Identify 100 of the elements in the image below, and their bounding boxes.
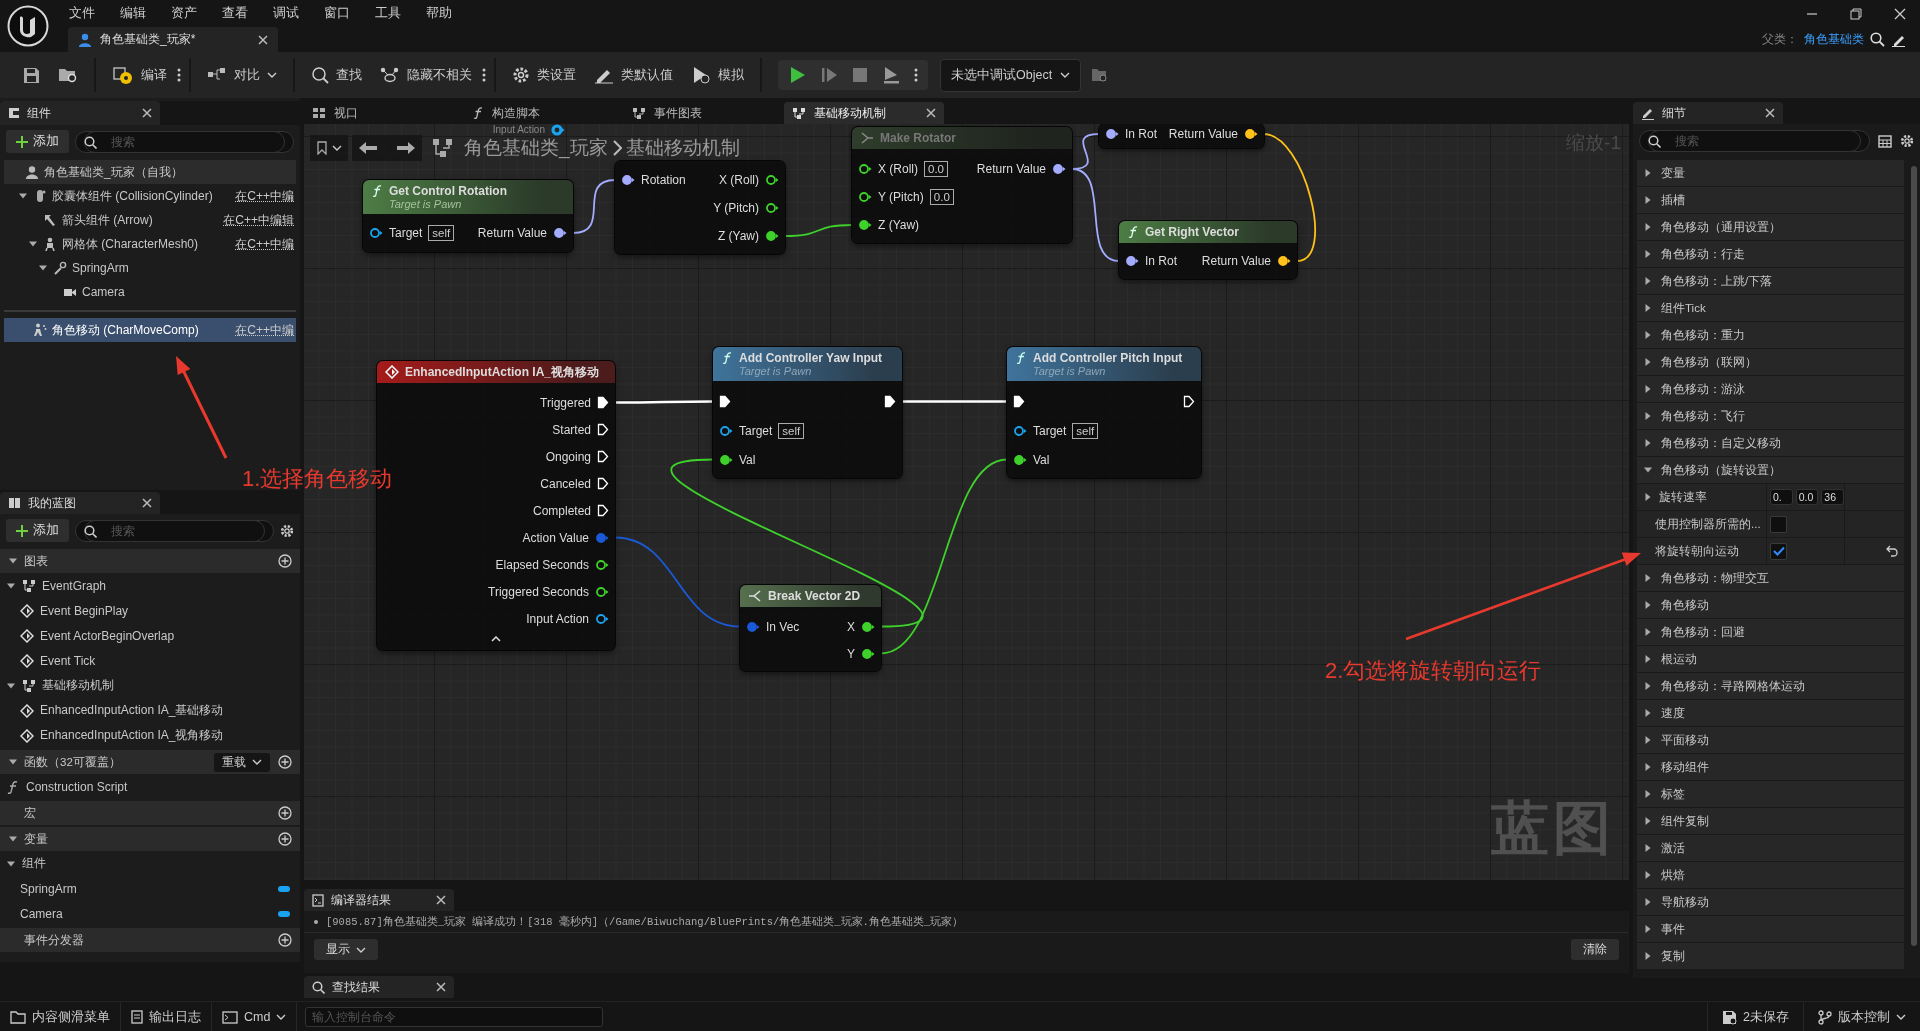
exec-pin[interactable] — [884, 395, 896, 408]
expander-arrow[interactable] — [28, 239, 38, 249]
data-pin[interactable] — [1125, 255, 1139, 267]
expander-arrow[interactable] — [8, 556, 18, 566]
default-value-field[interactable]: 0.0 — [924, 161, 948, 177]
panel-tab[interactable]: 查找结果 — [304, 976, 454, 998]
tree-item[interactable]: 组件 — [0, 851, 300, 876]
category-row[interactable]: 速度 — [1637, 700, 1904, 727]
toolbar-button[interactable]: 编译 — [104, 60, 175, 90]
data-pin[interactable] — [861, 647, 875, 660]
data-pin[interactable] — [858, 191, 872, 203]
source-control-button[interactable]: 版本控制 — [1803, 1002, 1920, 1031]
expander-arrow[interactable] — [1643, 411, 1653, 421]
close-icon[interactable] — [142, 108, 152, 118]
tree-row[interactable]: 角色移动 (CharMoveComp) 在C++中编 — [4, 318, 296, 342]
reset-arrow-icon[interactable] — [1886, 545, 1898, 557]
data-pin[interactable] — [553, 227, 567, 239]
expander-arrow[interactable] — [1643, 681, 1653, 691]
category-row[interactable]: 角色移动（旋转设置） — [1637, 457, 1904, 484]
data-pin[interactable] — [621, 174, 635, 186]
section-header[interactable]: 事件分发器 — [0, 928, 300, 952]
data-pin[interactable] — [1013, 453, 1027, 466]
tree-item[interactable]: SpringArm — [0, 876, 300, 901]
edit-in-cpp-link[interactable]: 在C++中编 — [235, 187, 296, 205]
graph-tab[interactable]: 构造脚本 — [464, 102, 624, 124]
menu-item[interactable]: 窗口 — [311, 5, 362, 22]
settings-icon[interactable] — [280, 523, 294, 538]
data-pin[interactable] — [861, 620, 875, 633]
graph-node[interactable]: Add Controller Pitch Input Target is Pawn Target self Val — [1007, 347, 1201, 478]
section-header[interactable]: 变量 — [0, 827, 300, 851]
more-icon[interactable] — [482, 68, 486, 82]
expander-arrow[interactable] — [1643, 195, 1653, 205]
edit-in-cpp-link[interactable]: 在C++中编 — [235, 235, 296, 253]
expander-arrow[interactable] — [1643, 573, 1653, 583]
menu-item[interactable]: 文件 — [56, 5, 107, 22]
edit-in-cpp-link[interactable]: 在C++中编辑 — [223, 211, 296, 229]
category-row[interactable]: 变量 — [1637, 160, 1904, 187]
forward-arrow-icon[interactable] — [396, 141, 416, 155]
graph-tab[interactable]: 事件图表 — [624, 102, 784, 124]
category-row[interactable]: 组件复制 — [1637, 808, 1904, 835]
tree-row[interactable]: 箭头组件 (Arrow) 在C++中编辑 — [4, 208, 296, 232]
category-row[interactable]: 角色移动（联网） — [1637, 349, 1904, 376]
category-row[interactable]: 角色移动：飞行 — [1637, 403, 1904, 430]
toolbar-button[interactable]: 类设置 — [504, 61, 584, 89]
expander-arrow[interactable] — [1643, 708, 1653, 718]
console-mode-dropdown[interactable]: Cmd — [212, 1002, 298, 1031]
scrollbar[interactable] — [1911, 166, 1917, 946]
tree-item[interactable]: Event Tick — [0, 648, 300, 673]
data-pin[interactable] — [369, 227, 383, 239]
debug-object-dropdown[interactable]: 未选中调试Object — [940, 58, 1082, 92]
eject-icon[interactable] — [882, 66, 900, 84]
add-icon[interactable] — [278, 554, 292, 568]
tree-row[interactable]: 角色基础类_玩家（自我） — [4, 160, 296, 184]
graph-node[interactable]: In Rot Return Value — [1099, 124, 1264, 148]
close-icon[interactable] — [436, 895, 446, 905]
expander-arrow[interactable] — [1643, 168, 1653, 178]
graph-node[interactable]: Get Right Vector In Rot Return Value — [1119, 221, 1297, 279]
settings-icon[interactable] — [1900, 134, 1914, 148]
category-row[interactable]: 角色移动 — [1637, 592, 1904, 619]
exec-pin[interactable] — [597, 504, 609, 517]
category-row[interactable]: 组件Tick — [1637, 295, 1904, 322]
expander-arrow[interactable] — [18, 191, 28, 201]
tree-item[interactable]: EnhancedInputAction IA_基础移动 — [0, 698, 300, 723]
checkbox[interactable] — [1770, 542, 1787, 560]
number-field[interactable]: 0.0 — [1795, 489, 1819, 505]
category-row[interactable]: 根运动 — [1637, 646, 1904, 673]
connection-wire[interactable] — [784, 224, 853, 237]
close-icon[interactable] — [1894, 7, 1906, 20]
tree-item[interactable]: Camera — [0, 901, 300, 926]
category-row[interactable]: 角色移动：寻路网格体运动 — [1637, 673, 1904, 700]
more-icon[interactable] — [914, 68, 918, 82]
category-row[interactable]: 标签 — [1637, 781, 1904, 808]
toolbar-button[interactable]: 查找 — [303, 61, 370, 89]
table-icon[interactable] — [1878, 134, 1892, 148]
graph-tab[interactable]: 基础移动机制 — [784, 102, 944, 124]
default-value-field[interactable]: self — [778, 422, 805, 439]
expander-arrow[interactable] — [1643, 303, 1653, 313]
close-icon[interactable] — [926, 108, 936, 118]
expander-arrow[interactable] — [1643, 222, 1653, 232]
search-field[interactable]: 搜索 — [84, 519, 265, 542]
play-icon[interactable] — [788, 66, 806, 84]
default-value-field[interactable]: self — [1072, 422, 1099, 439]
tree-item[interactable]: Event BeginPlay — [0, 598, 300, 623]
category-row[interactable]: 角色移动：行走 — [1637, 241, 1904, 268]
expander-arrow[interactable] — [1643, 600, 1653, 610]
search-field[interactable]: 搜索 — [84, 130, 285, 153]
step-icon[interactable] — [820, 66, 838, 84]
menu-item[interactable]: 查看 — [209, 5, 260, 22]
expander-arrow[interactable] — [1643, 789, 1653, 799]
graph-node[interactable]: Get Control Rotation Target is Pawn Target self Return Value — [363, 180, 573, 252]
exec-pin[interactable] — [1183, 395, 1195, 408]
menu-item[interactable]: 编辑 — [107, 5, 158, 22]
menu-item[interactable]: 调试 — [260, 5, 311, 22]
category-row[interactable]: 角色移动：自定义移动 — [1637, 430, 1904, 457]
tree-item[interactable]: Construction Script — [0, 774, 300, 799]
expander-arrow[interactable] — [38, 263, 48, 273]
exec-pin[interactable] — [597, 396, 609, 409]
unsaved-button[interactable]: 2未保存 — [1707, 1002, 1803, 1031]
category-row[interactable]: 角色移动：回避 — [1637, 619, 1904, 646]
category-row[interactable]: 导航移动 — [1637, 889, 1904, 916]
